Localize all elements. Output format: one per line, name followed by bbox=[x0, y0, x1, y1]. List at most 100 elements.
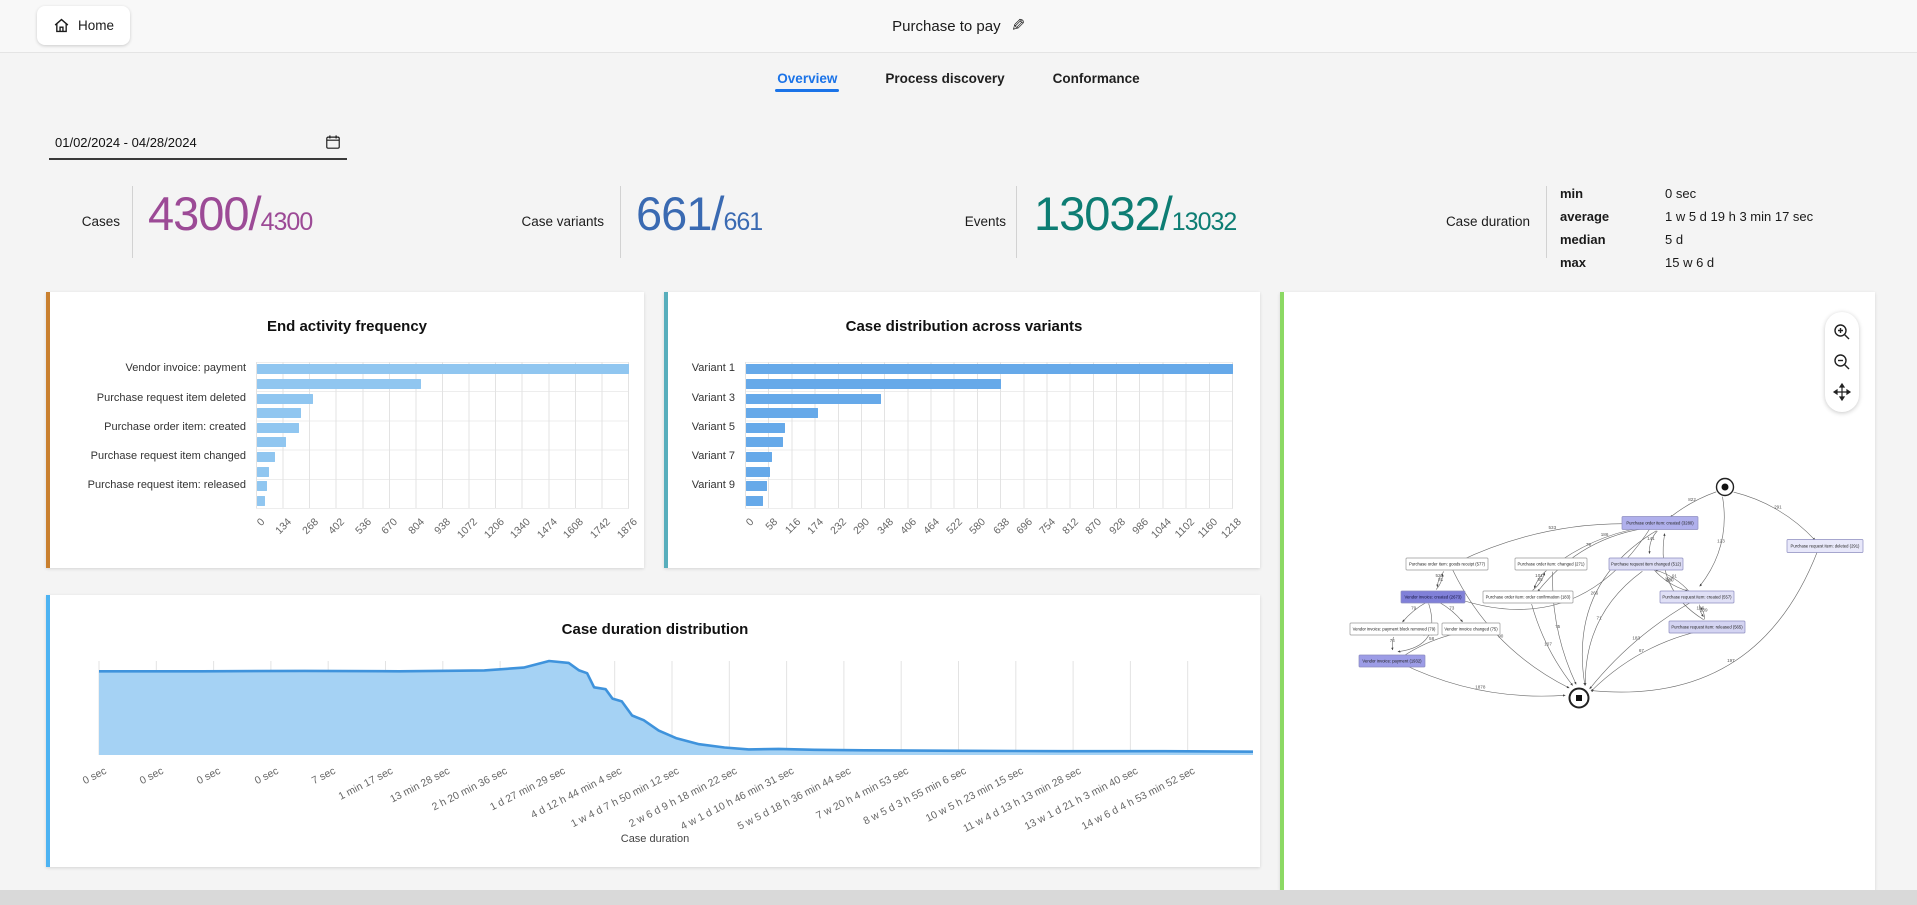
axis-tick-label: 670 bbox=[379, 516, 400, 537]
axis-tick-label: 1608 bbox=[561, 516, 586, 541]
process-edge bbox=[1591, 631, 1700, 691]
axis-tick-label: 1742 bbox=[588, 516, 613, 541]
area-chart-canvas bbox=[99, 661, 1253, 755]
edge-frequency-label: 141 bbox=[1647, 536, 1655, 541]
axis-tick-label: 348 bbox=[875, 516, 896, 537]
pan-button[interactable] bbox=[1829, 379, 1855, 405]
end-node-square bbox=[1576, 695, 1582, 701]
process-node-label: Purchase order item: changed (271) bbox=[1517, 562, 1585, 567]
axis-tick-label: 1206 bbox=[482, 516, 507, 541]
bar[interactable] bbox=[257, 364, 629, 374]
bar[interactable] bbox=[746, 467, 770, 477]
tab-conformance[interactable]: Conformance bbox=[1051, 52, 1142, 104]
process-node-label: Purchase order item: goods receipt (577) bbox=[1409, 562, 1486, 567]
pan-icon bbox=[1832, 382, 1852, 402]
zoom-out-button[interactable] bbox=[1829, 349, 1855, 375]
bar[interactable] bbox=[746, 379, 1001, 389]
case-distribution-chart: Variant 1Variant 3Variant 5Variant 7Vari… bbox=[668, 292, 1260, 568]
bar[interactable] bbox=[746, 481, 767, 491]
axis-tick-label: 0 sec bbox=[253, 765, 281, 787]
axis-tick-label: 1340 bbox=[508, 516, 533, 541]
bar[interactable] bbox=[257, 496, 265, 506]
case-distribution-card: Case distribution across variants Varian… bbox=[664, 292, 1260, 568]
bar[interactable] bbox=[257, 452, 275, 462]
axis-tick-label: 638 bbox=[991, 516, 1012, 537]
axis-tick-label: 406 bbox=[898, 516, 919, 537]
end-activity-frequency-chart: Vendor invoice: payment Purchase request … bbox=[50, 292, 644, 568]
divider bbox=[132, 186, 133, 258]
bar[interactable] bbox=[257, 481, 267, 491]
axis-tick-label: 1044 bbox=[1149, 516, 1174, 541]
edge-frequency-label: 79 bbox=[1586, 542, 1592, 547]
category-label: Vendor invoice: payment bbox=[50, 362, 246, 374]
kpi-case-variants-value: 661/661 bbox=[636, 186, 762, 241]
edge-frequency-label: 120 bbox=[1666, 578, 1674, 583]
bar[interactable] bbox=[746, 408, 818, 418]
edge-frequency-label: 139 bbox=[1700, 608, 1708, 613]
category-label: Variant 5 bbox=[668, 421, 735, 433]
bar[interactable] bbox=[257, 408, 301, 418]
bar[interactable] bbox=[257, 437, 286, 447]
process-node-label: Vendor invoice: payment (1932) bbox=[1362, 659, 1422, 664]
tab-overview[interactable]: Overview bbox=[775, 52, 839, 104]
kpi-events-value: 13032/13032 bbox=[1034, 186, 1236, 241]
bar[interactable] bbox=[746, 423, 785, 433]
date-range-picker[interactable]: 01/02/2024 - 04/28/2024 bbox=[49, 126, 347, 160]
process-edge bbox=[1590, 602, 1691, 689]
date-range-value: 01/02/2024 - 04/28/2024 bbox=[55, 135, 197, 150]
process-node-label: Purchase request item: deleted (291) bbox=[1791, 544, 1861, 549]
axis-tick-label: 232 bbox=[828, 516, 849, 537]
process-edge bbox=[1532, 604, 1573, 685]
x-axis-title: Case duration bbox=[50, 833, 1260, 845]
calendar-icon bbox=[325, 134, 341, 150]
category-label: Purchase request item changed bbox=[50, 450, 246, 462]
axis-tick-label: 464 bbox=[921, 516, 942, 537]
zoom-out-icon bbox=[1832, 352, 1852, 372]
bar[interactable] bbox=[257, 423, 299, 433]
stat-row: min0 sec bbox=[1560, 182, 1813, 205]
axis-tick-label: 754 bbox=[1037, 516, 1058, 537]
case-duration-distribution-card: Case duration distribution 0 sec0 sec0 s… bbox=[46, 595, 1260, 867]
zoom-in-button[interactable] bbox=[1829, 319, 1855, 345]
bar[interactable] bbox=[746, 452, 772, 462]
bar[interactable] bbox=[746, 394, 881, 404]
axis-tick-label: 938 bbox=[433, 516, 454, 537]
edit-title-icon[interactable]: ✎ bbox=[1011, 16, 1025, 36]
edge-frequency-label: 186 bbox=[1601, 532, 1609, 537]
edge-frequency-label: 266 bbox=[1591, 590, 1599, 595]
axis-tick-label: 402 bbox=[326, 516, 347, 537]
edge-frequency-label: 291 bbox=[1774, 505, 1782, 510]
tab-process-discovery[interactable]: Process discovery bbox=[883, 52, 1006, 104]
category-label: Purchase order item: created bbox=[50, 421, 246, 433]
kpi-case-variants-label: Case variants bbox=[480, 214, 604, 229]
edge-frequency-label: 81 bbox=[1438, 577, 1444, 582]
process-model-card: 8221232912673533186141795278179731756745… bbox=[1280, 292, 1875, 891]
process-node-label: Purchase request item: created (557) bbox=[1662, 595, 1732, 600]
process-node-label: Purchase request item: released (565) bbox=[1671, 625, 1743, 630]
axis-tick-label: 928 bbox=[1107, 516, 1128, 537]
kpi-cases-value: 4300/4300 bbox=[148, 186, 312, 241]
title-area: Purchase to pay ✎ bbox=[0, 0, 1917, 52]
edge-frequency-label: 71 bbox=[1597, 615, 1603, 620]
axis-tick-label: 1474 bbox=[535, 516, 560, 541]
bottom-strip bbox=[0, 890, 1917, 905]
bar[interactable] bbox=[746, 437, 783, 447]
category-label: Variant 1 bbox=[668, 362, 735, 374]
edge-frequency-label: 533 bbox=[1548, 525, 1556, 530]
axis-tick-label: 1102 bbox=[1173, 516, 1197, 540]
process-node-label: Vendor invoice changed (75) bbox=[1444, 627, 1498, 632]
kpi-events-label: Events bbox=[938, 214, 1006, 229]
axis-tick-label: 0 sec bbox=[195, 765, 223, 787]
axis-tick-label: 580 bbox=[967, 516, 988, 537]
bar[interactable] bbox=[257, 379, 421, 389]
bar[interactable] bbox=[257, 394, 313, 404]
bar[interactable] bbox=[746, 364, 1233, 374]
axis-tick-label: 0 bbox=[744, 516, 757, 529]
process-node-label: Purchase order item: created (3280) bbox=[1626, 521, 1694, 526]
bar[interactable] bbox=[257, 467, 269, 477]
process-node-label: Purchase order item: order confirmation … bbox=[1486, 595, 1571, 600]
bar[interactable] bbox=[746, 496, 763, 506]
tab-bar: Overview Process discovery Conformance bbox=[0, 52, 1917, 104]
axis-tick-label: 870 bbox=[1083, 516, 1104, 537]
axis-tick-label: 1 min 17 sec bbox=[336, 765, 394, 803]
